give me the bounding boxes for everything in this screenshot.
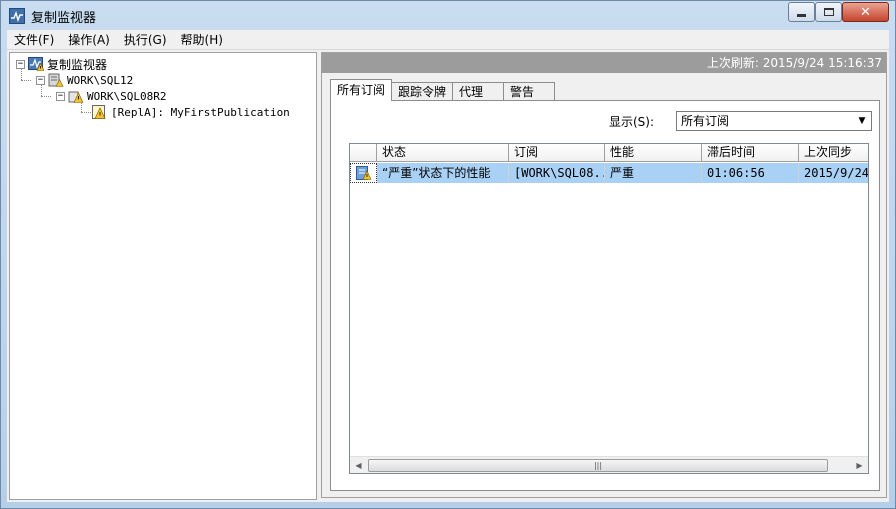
- tree-label: 复制监视器: [47, 57, 108, 72]
- minimize-button[interactable]: [788, 2, 815, 22]
- subscriptions-grid[interactable]: 状态 订阅 性能 滞后时间 上次同步 “严重”状态下的性能 [WORK\SQL0…: [349, 143, 869, 474]
- tree-node-publisher[interactable]: − WORK\SQL08R2: [56, 88, 166, 104]
- tree-label: [ReplA]: MyFirstPublication: [111, 105, 290, 119]
- cell-performance: 严重: [605, 163, 702, 183]
- dropdown-arrow-icon: ▼: [858, 116, 866, 126]
- tab-warnings[interactable]: 警告: [503, 82, 556, 101]
- menu-file[interactable]: 文件(F): [7, 30, 61, 50]
- tree-label: WORK\SQL08R2: [87, 89, 167, 103]
- cell-subscription: [WORK\SQL08...: [509, 163, 605, 183]
- monitor-warning-icon: [28, 57, 45, 71]
- tree-node-server[interactable]: − WORK\SQL12: [36, 72, 133, 88]
- navigation-tree[interactable]: − 复制监视器 − WORK\SQL12 − WORK\SQL08R2 [Rep…: [9, 52, 317, 500]
- main-window: 复制监视器 ✕ 文件(F) 操作(A) 执行(G) 帮助(H) − 复制监视器: [0, 0, 896, 509]
- publisher-warning-icon: [68, 89, 84, 103]
- column-header-latency[interactable]: 滞后时间: [702, 144, 799, 162]
- window-title: 复制监视器: [31, 11, 97, 26]
- column-header-icon[interactable]: [350, 144, 377, 162]
- maximize-button[interactable]: [815, 2, 842, 22]
- tab-strip: 所有订阅 跟踪令牌 代理 警告: [330, 79, 556, 101]
- collapse-toggle[interactable]: −: [56, 91, 65, 101]
- menu-bar: 文件(F) 操作(A) 执行(G) 帮助(H): [7, 30, 889, 50]
- close-button[interactable]: ✕: [842, 2, 889, 22]
- close-icon: ✕: [860, 4, 871, 20]
- tab-panel: 显示(S): 所有订阅 ▼ 状态 订阅 性能 滞后时间 上次同步 “严重”状态下…: [330, 100, 880, 491]
- cell-latency: 01:06:56: [702, 163, 799, 183]
- tree-connector: [41, 96, 51, 97]
- show-filter-dropdown[interactable]: 所有订阅 ▼: [676, 111, 872, 131]
- publication-warning-icon: [92, 105, 108, 119]
- column-header-status[interactable]: 状态: [377, 144, 509, 162]
- show-filter-value: 所有订阅: [681, 114, 730, 128]
- menu-go[interactable]: 执行(G): [117, 30, 174, 50]
- tree-connector: [21, 80, 31, 81]
- tree-connector: [81, 112, 91, 113]
- scroll-left-icon[interactable]: ◀: [350, 457, 367, 473]
- cell-status: “严重”状态下的性能: [377, 163, 509, 183]
- menu-action[interactable]: 操作(A): [61, 30, 117, 50]
- tab-agents[interactable]: 代理: [452, 82, 505, 101]
- column-header-performance[interactable]: 性能: [605, 144, 702, 162]
- show-filter-label: 显示(S):: [609, 115, 655, 129]
- scroll-right-icon[interactable]: ▶: [851, 457, 868, 473]
- collapse-toggle[interactable]: −: [16, 59, 25, 69]
- horizontal-scrollbar[interactable]: ◀ ||| ▶: [350, 456, 868, 473]
- title-bar[interactable]: 复制监视器 ✕: [1, 1, 895, 30]
- client-area: − 复制监视器 − WORK\SQL12 − WORK\SQL08R2 [Rep…: [7, 50, 889, 502]
- replication-monitor-icon: [9, 8, 25, 24]
- tree-node-root[interactable]: − 复制监视器: [16, 56, 107, 72]
- table-row[interactable]: “严重”状态下的性能 [WORK\SQL08... 严重 01:06:56 20…: [350, 163, 868, 183]
- grid-header: 状态 订阅 性能 滞后时间 上次同步: [350, 144, 868, 162]
- column-header-last-sync[interactable]: 上次同步: [799, 144, 868, 162]
- maximize-icon: [823, 8, 834, 16]
- cell-last-sync: 2015/9/24 1: [799, 163, 868, 183]
- tree-node-publication[interactable]: [ReplA]: MyFirstPublication: [92, 104, 290, 120]
- subscription-warning-icon: [350, 163, 377, 183]
- details-pane: 上次刷新: 2015/9/24 15:16:37 所有订阅 跟踪令牌 代理 警告…: [321, 52, 887, 498]
- tab-all-subscriptions[interactable]: 所有订阅: [330, 79, 393, 101]
- minimize-icon: [797, 13, 806, 17]
- last-refresh-text: 上次刷新: 2015/9/24 15:16:37: [322, 53, 886, 73]
- tree-label: WORK\SQL12: [67, 73, 134, 87]
- tab-tracer-tokens[interactable]: 跟踪令牌: [391, 82, 454, 101]
- menu-help[interactable]: 帮助(H): [174, 30, 230, 50]
- column-header-subscription[interactable]: 订阅: [509, 144, 605, 162]
- scroll-thumb[interactable]: |||: [368, 459, 828, 472]
- collapse-toggle[interactable]: −: [36, 75, 45, 85]
- server-warning-icon: [48, 73, 64, 87]
